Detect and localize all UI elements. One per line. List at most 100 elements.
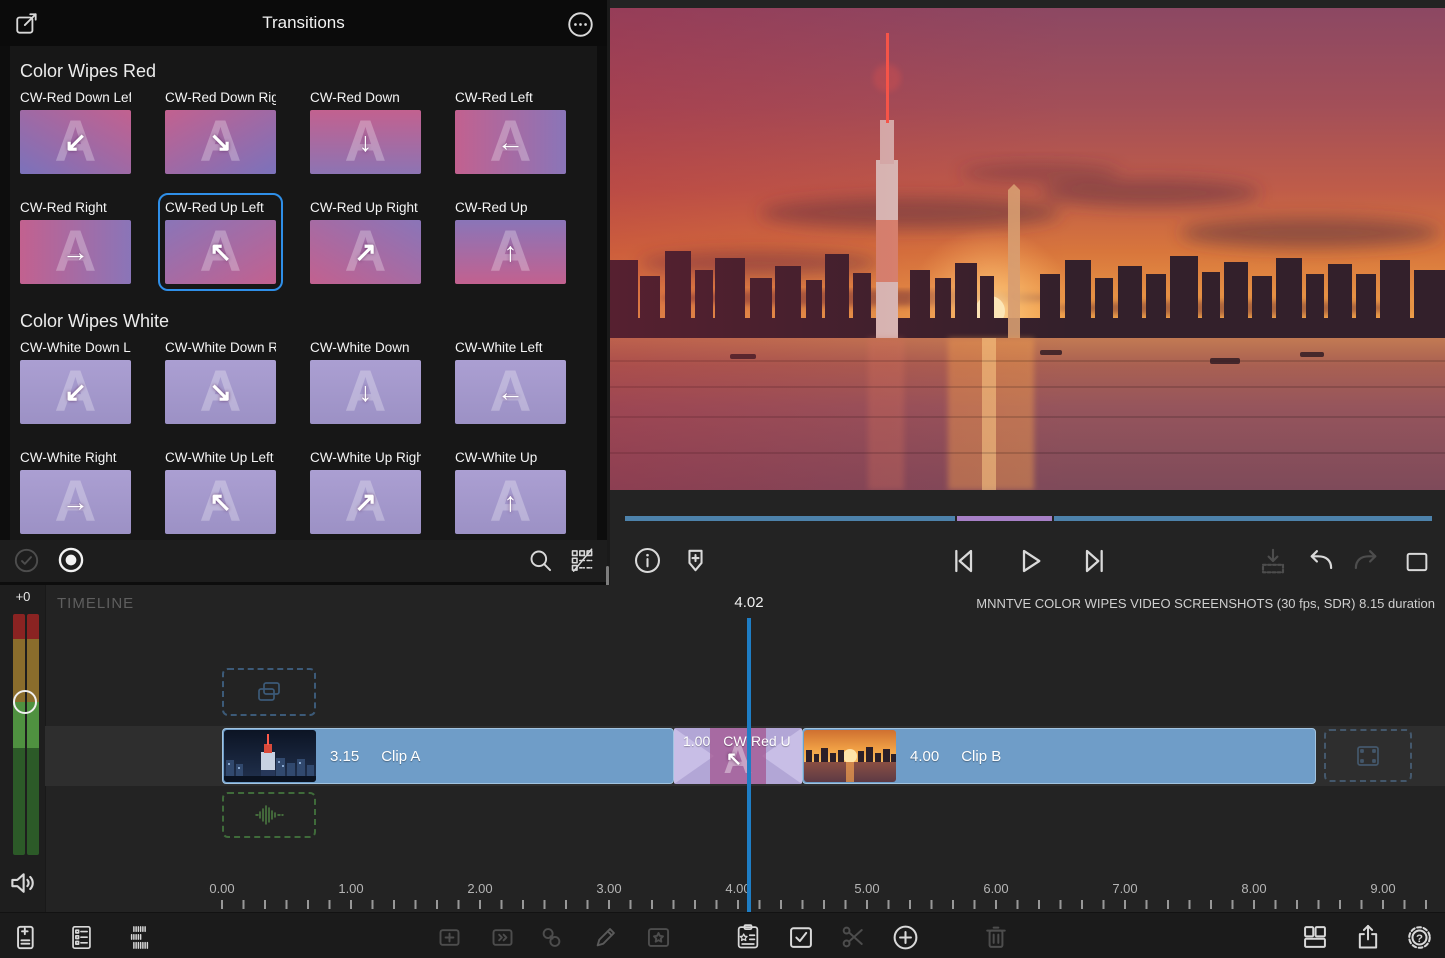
transition-name: CW-Red U bbox=[723, 733, 790, 749]
import-media-icon bbox=[13, 924, 40, 951]
video-preview[interactable] bbox=[610, 8, 1445, 490]
overwrite-clip-button[interactable] bbox=[487, 922, 517, 952]
video-track-placeholder[interactable] bbox=[222, 668, 316, 716]
ruler-ticks bbox=[221, 900, 1443, 909]
append-clip-placeholder[interactable] bbox=[1324, 729, 1412, 782]
import-media-button[interactable] bbox=[11, 922, 41, 952]
transition-thumbnail[interactable]: A ↓ bbox=[310, 360, 421, 424]
ruler-label: 7.00 bbox=[1095, 881, 1155, 896]
play-button[interactable] bbox=[1014, 545, 1046, 582]
wipe-arrow-icon: ↑ bbox=[455, 470, 566, 534]
transition-item[interactable]: CW-Red Up Right A ↗ bbox=[310, 200, 421, 284]
delete-clip-button[interactable] bbox=[981, 922, 1011, 952]
transition-item[interactable]: CW-Red Down Left A ↙ bbox=[20, 90, 131, 174]
transition-item[interactable]: CW-Red Right A → bbox=[20, 200, 131, 284]
preview-scrubber[interactable] bbox=[625, 516, 1432, 521]
transition-label: CW-Red Left bbox=[455, 90, 566, 106]
search-button[interactable] bbox=[527, 547, 554, 579]
audio-track-placeholder[interactable] bbox=[222, 792, 316, 838]
pencil-icon bbox=[592, 924, 619, 951]
transition-thumbnail[interactable]: A ← bbox=[455, 360, 566, 424]
record-dot-icon bbox=[57, 546, 85, 574]
redo-button[interactable] bbox=[1352, 546, 1383, 582]
split-clip-button[interactable] bbox=[838, 922, 868, 952]
project-info: MNNTVE COLOR WIPES VIDEO SCREENSHOTS (30… bbox=[976, 596, 1435, 611]
apply-transition-button[interactable] bbox=[13, 547, 40, 579]
transition-item[interactable]: CW-Red Down A ↓ bbox=[310, 90, 421, 174]
share-export-button[interactable] bbox=[1353, 922, 1383, 952]
transition-label: CW-Red Up Right bbox=[310, 200, 421, 216]
transition-thumbnail[interactable]: A ↑ bbox=[455, 220, 566, 284]
insert-clip-icon bbox=[436, 924, 463, 951]
timeline-clip-a[interactable]: 3.15 Clip A bbox=[222, 728, 674, 784]
mute-button[interactable] bbox=[8, 868, 38, 903]
transition-item[interactable]: CW-Red Down Right A ↘ bbox=[165, 90, 276, 174]
audio-meter-right bbox=[27, 614, 39, 855]
clip-list-button[interactable] bbox=[66, 922, 96, 952]
timeline-playhead[interactable] bbox=[747, 618, 751, 938]
multi-select-button[interactable] bbox=[786, 922, 816, 952]
track-size-button[interactable] bbox=[124, 922, 154, 952]
transition-label: CW-Red Up Left bbox=[165, 200, 276, 216]
clip-info-button[interactable] bbox=[633, 546, 662, 580]
preview-mode-button[interactable] bbox=[57, 546, 85, 579]
insert-clip-button[interactable] bbox=[434, 922, 464, 952]
transition-thumbnail[interactable]: A ↘ bbox=[165, 360, 276, 424]
scissors-icon bbox=[839, 923, 867, 951]
info-icon bbox=[633, 546, 662, 575]
transition-thumbnail[interactable]: A ↗ bbox=[310, 470, 421, 534]
view-options-button[interactable] bbox=[568, 547, 595, 579]
panel-resize-handle[interactable] bbox=[606, 566, 609, 586]
transition-row: CW-White Right A → CW-White Up Left A ↖ … bbox=[10, 450, 597, 534]
go-to-end-button[interactable] bbox=[1079, 545, 1111, 582]
transition-item[interactable]: CW-White Left A ← bbox=[455, 340, 566, 424]
go-to-start-button[interactable] bbox=[947, 545, 979, 582]
link-clips-button[interactable] bbox=[536, 922, 566, 952]
timeline-clip-b[interactable]: 4.00 Clip B bbox=[802, 728, 1316, 784]
transition-thumbnail[interactable]: A → bbox=[20, 470, 131, 534]
transition-item[interactable]: CW-White Down A ↓ bbox=[310, 340, 421, 424]
layout-button[interactable] bbox=[1300, 922, 1330, 952]
transition-thumbnail[interactable]: A ↖ bbox=[165, 470, 276, 534]
transition-item[interactable]: CW-Red Left A ← bbox=[455, 90, 566, 174]
transition-item[interactable]: CW-Red Up A ↑ bbox=[455, 200, 566, 284]
transitions-list: Color Wipes Red CW-Red Down Left A ↙ CW-… bbox=[10, 46, 597, 540]
transition-thumbnail[interactable]: A ↑ bbox=[455, 470, 566, 534]
transition-item[interactable]: CW-White Up A ↑ bbox=[455, 450, 566, 534]
transition-item-selected[interactable]: CW-Red Up Left A ↖ bbox=[165, 200, 276, 284]
panel-options-button[interactable] bbox=[567, 11, 594, 43]
panel-header: Transitions bbox=[0, 0, 607, 46]
transition-item[interactable]: CW-White Up Right A ↗ bbox=[310, 450, 421, 534]
clip-attributes-button[interactable] bbox=[733, 922, 763, 952]
undo-button[interactable] bbox=[1304, 546, 1335, 582]
help-settings-button[interactable]: ? bbox=[1404, 922, 1434, 952]
transition-item[interactable]: CW-White Up Left A ↖ bbox=[165, 450, 276, 534]
transition-thumbnail[interactable]: A ↗ bbox=[310, 220, 421, 284]
transition-item[interactable]: CW-White Down L... A ↙ bbox=[20, 340, 131, 424]
transition-thumbnail[interactable]: A ↘ bbox=[165, 110, 276, 174]
transition-item[interactable]: CW-White Down R... A ↘ bbox=[165, 340, 276, 424]
volume-fader-knob[interactable] bbox=[13, 690, 37, 714]
transition-thumbnail[interactable]: A ↙ bbox=[20, 110, 131, 174]
transition-thumbnail[interactable]: A ↙ bbox=[20, 360, 131, 424]
add-overlay-button[interactable] bbox=[890, 922, 920, 952]
transition-item[interactable]: CW-White Right A → bbox=[20, 450, 131, 534]
preview-pane bbox=[610, 0, 1445, 585]
star-box-icon bbox=[645, 924, 672, 951]
transition-label: CW-White Right bbox=[20, 450, 131, 466]
fullscreen-button[interactable] bbox=[1403, 548, 1431, 581]
timeline-transition-clip[interactable]: A 1.00 CW-Red U ↖ bbox=[674, 728, 802, 784]
track-bars-icon bbox=[126, 924, 153, 951]
add-marker-button[interactable] bbox=[681, 546, 710, 580]
gain-value: +0 bbox=[0, 589, 46, 604]
clipboard-star-icon bbox=[734, 923, 762, 951]
transition-thumbnail[interactable]: A ↖ bbox=[165, 220, 276, 284]
transition-thumbnail[interactable]: A ← bbox=[455, 110, 566, 174]
transition-thumbnail[interactable]: A → bbox=[20, 220, 131, 284]
edit-title-button[interactable] bbox=[590, 922, 620, 952]
insert-to-timeline-button[interactable] bbox=[1258, 546, 1288, 581]
wipe-arrow-icon: ↑ bbox=[455, 220, 566, 284]
transition-thumbnail[interactable]: A ↓ bbox=[310, 110, 421, 174]
undo-icon bbox=[1304, 546, 1335, 577]
favorite-clip-button[interactable] bbox=[643, 922, 673, 952]
